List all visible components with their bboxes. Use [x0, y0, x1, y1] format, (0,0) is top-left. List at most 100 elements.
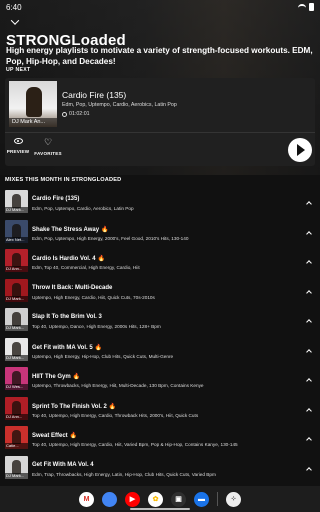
preview-label: PREVIEW	[6, 149, 30, 154]
dj-photo	[12, 430, 21, 444]
chevron-down-icon	[10, 16, 20, 25]
dj-photo	[12, 312, 21, 326]
fire-icon: 🔥	[72, 374, 81, 380]
mix-title-text: Cardio Fire (135)	[32, 196, 80, 202]
mix-list-item[interactable]: Catie... Sweat Effect 🔥 Top 40, Uptempo, Hi…	[0, 425, 320, 455]
mixes-section-header: MIXES THIS MONTH IN STRONGLOADED	[5, 177, 122, 183]
mix-title-text: Slap It To the Brim Vol. 3	[32, 314, 102, 320]
dj-photo	[12, 400, 21, 415]
files-icon[interactable]: ▬	[194, 491, 209, 507]
mix-artwork: DJ Ann...	[5, 249, 28, 272]
mix-genres: Top 40, Uptempo, Dance, High Energy, 200…	[32, 324, 161, 329]
mix-list-item[interactable]: DJ Mark... Get Fit with MA Vol. 5 🔥 Uptempo…	[0, 337, 320, 367]
mix-artwork: DJ Mark...	[5, 278, 28, 302]
mix-genres: Uptempo, High Energy, Hip-Hop, Club Hits…	[32, 353, 174, 359]
fire-icon: 🔥	[97, 256, 106, 262]
artwork-caption: DJ Mark An...	[9, 118, 57, 127]
collapse-button[interactable]	[9, 16, 21, 27]
chevron-up-icon[interactable]	[306, 289, 312, 295]
chevron-up-icon[interactable]	[306, 436, 312, 442]
mix-artwork-caption: DJ Mark...	[5, 354, 28, 361]
mix-title: Throw It Back: Multi-Decade	[32, 285, 112, 291]
play-button[interactable]	[288, 138, 312, 162]
fire-icon: 🔥	[94, 344, 103, 351]
wifi-icon	[298, 4, 306, 10]
mix-artwork: Catie...	[5, 426, 28, 449]
mix-artwork: DJ Mark...	[5, 337, 28, 361]
mix-genres: Uptempo, Throwbacks, High Energy, Hiit, …	[32, 383, 204, 388]
up-next-label: UP NEXT	[6, 67, 31, 73]
mix-list-item[interactable]: DJ Mark... Slap It To the Brim Vol. 3 Top …	[0, 307, 320, 337]
preview-button[interactable]: PREVIEW	[7, 138, 29, 154]
mix-list-item[interactable]: DJ Ann... Sprint To The Finish Vol. 2 🔥 Top…	[0, 396, 320, 426]
mix-list-item[interactable]: Alex Net... Shake The Stress Away 🔥 Edm, Po…	[0, 219, 320, 249]
navigation-handle[interactable]	[130, 508, 190, 510]
chevron-up-icon[interactable]	[306, 200, 312, 206]
app-drawer-icon[interactable]: ⁘	[226, 491, 241, 507]
mix-genres: Top 40, Uptempo, High Energy, Cardio, Th…	[32, 412, 199, 418]
chevron-up-icon[interactable]	[306, 377, 312, 383]
gmail-icon[interactable]: M	[79, 491, 94, 507]
mix-title-text: Shake The Stress Away	[32, 226, 100, 233]
page-description: High energy playlists to motivate a vari…	[6, 46, 313, 66]
fire-icon: 🔥	[108, 403, 117, 410]
mix-list-item[interactable]: DJ Mark... Throw It Back: Multi-Decade Upt…	[0, 278, 320, 308]
chevron-up-icon[interactable]	[306, 407, 312, 413]
fire-icon: 🔥	[69, 433, 78, 439]
mix-title: Slap It To the Brim Vol. 3	[32, 314, 102, 320]
dj-photo	[12, 223, 21, 238]
chevron-up-icon[interactable]	[306, 318, 312, 324]
dj-photo	[12, 194, 21, 208]
dj-photo	[12, 371, 21, 385]
mix-list: DJ Mark... Cardio Fire (135) Edm, Pop, Upt…	[0, 189, 320, 489]
mix-list-item[interactable]: DJ Mark... Cardio Fire (135) Edm, Pop, Upt…	[0, 189, 320, 219]
favorites-label: FAVORITES	[34, 151, 62, 156]
duration-text: 01:02:01	[69, 111, 90, 117]
mix-artwork: DJ Mark...	[5, 308, 28, 331]
photos-icon[interactable]: ✿	[148, 491, 163, 507]
mix-title: Get Fit With MA Vol. 4	[32, 462, 94, 468]
clock-icon	[62, 111, 67, 117]
mix-list-item[interactable]: DJ Wes... HIIT The Gym 🔥 Uptempo, Throwback…	[0, 366, 320, 396]
mix-title: Cardio Fire (135)	[32, 196, 79, 202]
youtube-icon[interactable]: ▶	[125, 491, 140, 507]
mix-title-text: Cardio Is Hardio Vol. 4	[32, 256, 96, 262]
chrome-icon[interactable]	[102, 491, 117, 507]
mix-title-text: Throw It Back: Multi-Decade	[32, 284, 113, 291]
chevron-up-icon[interactable]	[306, 348, 312, 354]
status-bar: 6:40	[0, 0, 320, 14]
mix-artwork-caption: DJ Ann...	[5, 266, 28, 272]
status-time: 6:40	[6, 2, 22, 12]
heart-icon: ♡	[43, 137, 53, 147]
chevron-up-icon[interactable]	[306, 466, 312, 472]
mix-artwork-caption: Alex Net...	[5, 236, 28, 243]
now-playing-duration: 01:02:01	[62, 111, 90, 117]
mix-genres: Edm, Pop, Uptempo, Cardio, Aerobics, Lat…	[32, 206, 134, 211]
mix-title-text: Get Fit With MA Vol. 4	[32, 461, 94, 468]
mix-title-text: HIIT The Gym	[32, 374, 71, 380]
mix-artwork-caption: DJ Wes...	[5, 384, 28, 390]
mix-artwork-caption: DJ Mark...	[5, 295, 28, 302]
card-divider	[5, 132, 315, 133]
mix-artwork: DJ Mark...	[5, 190, 28, 213]
fire-icon: 🔥	[101, 226, 109, 233]
mix-artwork-caption: DJ Mark...	[5, 472, 28, 479]
mix-list-item[interactable]: DJ Mark... Get Fit With MA Vol. 4 Edm, Tra…	[0, 455, 320, 485]
play-store-icon[interactable]: ▣	[171, 491, 186, 507]
chevron-up-icon[interactable]	[306, 259, 312, 265]
mix-title: Get Fit with MA Vol. 5 🔥	[32, 344, 102, 351]
dj-photo	[26, 87, 42, 117]
mix-artwork-caption: Catie...	[5, 443, 28, 449]
mix-title-text: Get Fit with MA Vol. 5	[32, 344, 93, 351]
mix-artwork: DJ Mark...	[5, 455, 28, 479]
dj-photo	[12, 253, 21, 267]
mix-title-text: Sweat Effect	[32, 433, 68, 439]
now-playing-card[interactable]: DJ Mark An... Cardio Fire (135) Edm, Pop…	[5, 78, 315, 166]
mix-title: Sweat Effect 🔥	[32, 432, 77, 439]
mix-list-item[interactable]: DJ Ann... Cardio Is Hardio Vol. 4 🔥 Edm, To…	[0, 248, 320, 278]
chevron-up-icon[interactable]	[306, 230, 312, 236]
mix-artwork-caption: DJ Mark...	[5, 207, 28, 213]
mix-title: Cardio Is Hardio Vol. 4 🔥	[32, 255, 105, 262]
favorites-button[interactable]: ♡ FAVORITES	[34, 137, 62, 157]
mix-genres: Edm, Pop, Uptempo, High Energy, 2000's, …	[32, 235, 189, 241]
